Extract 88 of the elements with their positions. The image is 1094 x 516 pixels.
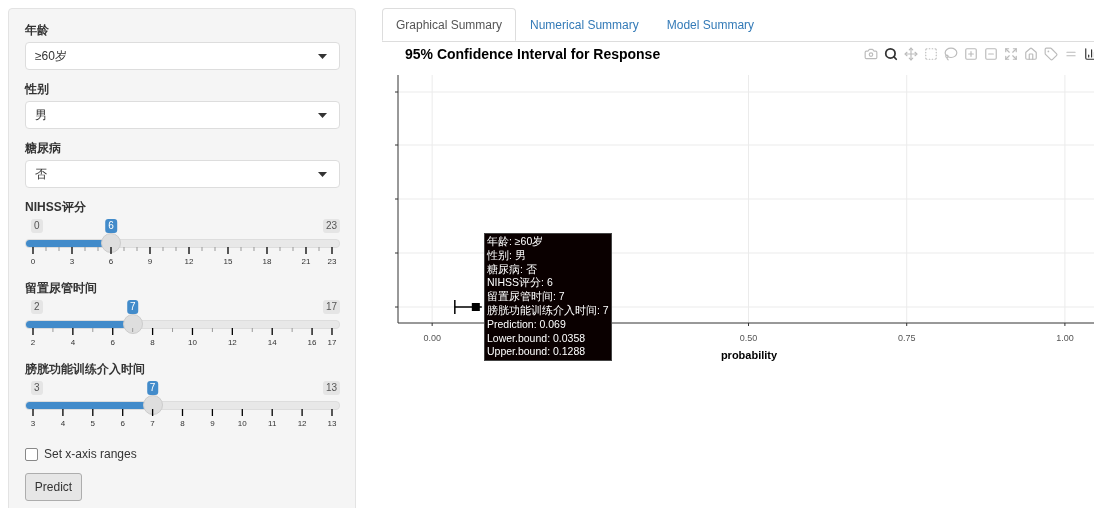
tooltip-line: 糖尿病: 否: [487, 262, 538, 277]
tick-label: 12: [297, 419, 307, 428]
caret-icon: [318, 112, 327, 118]
tick-label: 9: [147, 257, 153, 266]
chart-logo-icon[interactable]: [1084, 47, 1094, 61]
tick-label: 9: [210, 419, 215, 428]
slider-label: 留置尿管时间: [25, 281, 98, 296]
tick-label: 14: [267, 338, 277, 347]
select-field[interactable]: ≥60岁: [25, 42, 340, 70]
tick-label: 2: [30, 338, 36, 347]
slider-label: NIHSS评分: [25, 200, 87, 215]
tick-label: 0.50: [739, 333, 758, 343]
axis-title: probability: [720, 349, 778, 361]
field-label: 性别: [25, 82, 50, 97]
box-select-icon[interactable]: [924, 47, 938, 61]
tick-label: 6: [120, 419, 125, 428]
caret-icon: [318, 53, 327, 59]
checkbox-label: Set x-axis ranges: [44, 447, 137, 461]
tick-label: 6: [108, 257, 114, 266]
slider-min: 3: [31, 381, 43, 395]
predict-button[interactable]: Predict: [25, 473, 82, 501]
tick-label: 4: [60, 419, 66, 428]
error-bar: [454, 299, 483, 315]
zoom-out-icon[interactable]: [984, 47, 998, 61]
tooltip-line: 性别: 男: [487, 248, 527, 263]
slider-min: 2: [31, 300, 43, 314]
select-field[interactable]: 男: [25, 101, 340, 129]
field-label: 年龄: [25, 23, 50, 38]
tick-label: 4: [70, 338, 76, 347]
tick-label: 21: [301, 257, 311, 266]
caret-icon: [318, 171, 327, 177]
field-label: 糖尿病: [25, 141, 62, 156]
zoom-in-icon[interactable]: [964, 47, 978, 61]
tick-label: 10: [188, 338, 197, 347]
tick-label: 11: [268, 419, 277, 428]
tick-label: 15: [223, 257, 233, 266]
slider-handle[interactable]: [101, 233, 121, 253]
slider-track[interactable]: [25, 239, 340, 248]
tooltip-line: Prediction: 0.069: [487, 317, 567, 332]
chart-title: 95% Confidence Interval for Response: [405, 46, 661, 62]
tab[interactable]: Graphical Summary: [382, 8, 517, 41]
lasso-icon[interactable]: [944, 47, 958, 61]
tick-label: 1.00: [1056, 333, 1074, 343]
tick-label: 10: [237, 419, 247, 428]
tooltip-line: NIHSS评分: 6: [487, 276, 554, 291]
checkbox[interactable]: [25, 447, 38, 461]
zoom-icon[interactable]: [884, 47, 898, 61]
slider-max: 17: [322, 300, 340, 314]
tick-label: 16: [307, 338, 317, 347]
slider-handle[interactable]: [122, 314, 143, 334]
slider-value: 7: [146, 381, 159, 395]
slider-value: 7: [126, 300, 139, 314]
tick-label: 6: [110, 338, 115, 347]
data-point: [471, 303, 480, 311]
select-field[interactable]: 否: [25, 160, 340, 188]
slider-value: 6: [105, 219, 117, 233]
tick-label: 8: [150, 338, 155, 347]
home-icon[interactable]: [1024, 47, 1038, 61]
tag-icon[interactable]: [1044, 47, 1058, 61]
tooltip-line: 年龄: ≥60岁: [487, 235, 545, 249]
slider-min: 0: [31, 219, 43, 233]
tick-label: 5: [90, 419, 95, 428]
tick-label: 0.75: [897, 333, 916, 343]
tooltip-line: Lower.bound: 0.0358: [487, 331, 587, 346]
slider-handle[interactable]: [142, 395, 163, 415]
tick-label: 8: [180, 419, 185, 428]
tick-label: 7: [150, 419, 155, 428]
tick-label: 12: [184, 257, 194, 266]
tick-label: 17: [327, 338, 337, 347]
tick-label: 18: [262, 257, 272, 266]
slider-track[interactable]: [25, 320, 340, 329]
move-icon[interactable]: [904, 47, 918, 61]
slider-track[interactable]: [25, 401, 340, 410]
slider-max: 13: [322, 381, 340, 395]
tick-label: 3: [69, 257, 75, 266]
tick-label: 12: [227, 338, 237, 347]
tick-label: 3: [30, 419, 36, 428]
tick-label: 13: [327, 419, 337, 428]
tick-label: 23: [327, 257, 337, 266]
tick-label: 0: [30, 257, 36, 266]
tooltip-line: 留置尿管时间: 7: [487, 290, 566, 304]
tooltip-line: Upper.bound: 0.1288: [487, 345, 587, 360]
slider-max: 23: [322, 219, 340, 233]
camera-icon[interactable]: [864, 47, 878, 61]
slider-label: 膀胱功能训练介入时间: [25, 362, 146, 377]
tick-label: 0.00: [423, 333, 441, 343]
autoscale-icon[interactable]: [1004, 47, 1018, 61]
tooltip-line: 膀胱功能训练介入时间: 7: [487, 304, 609, 318]
